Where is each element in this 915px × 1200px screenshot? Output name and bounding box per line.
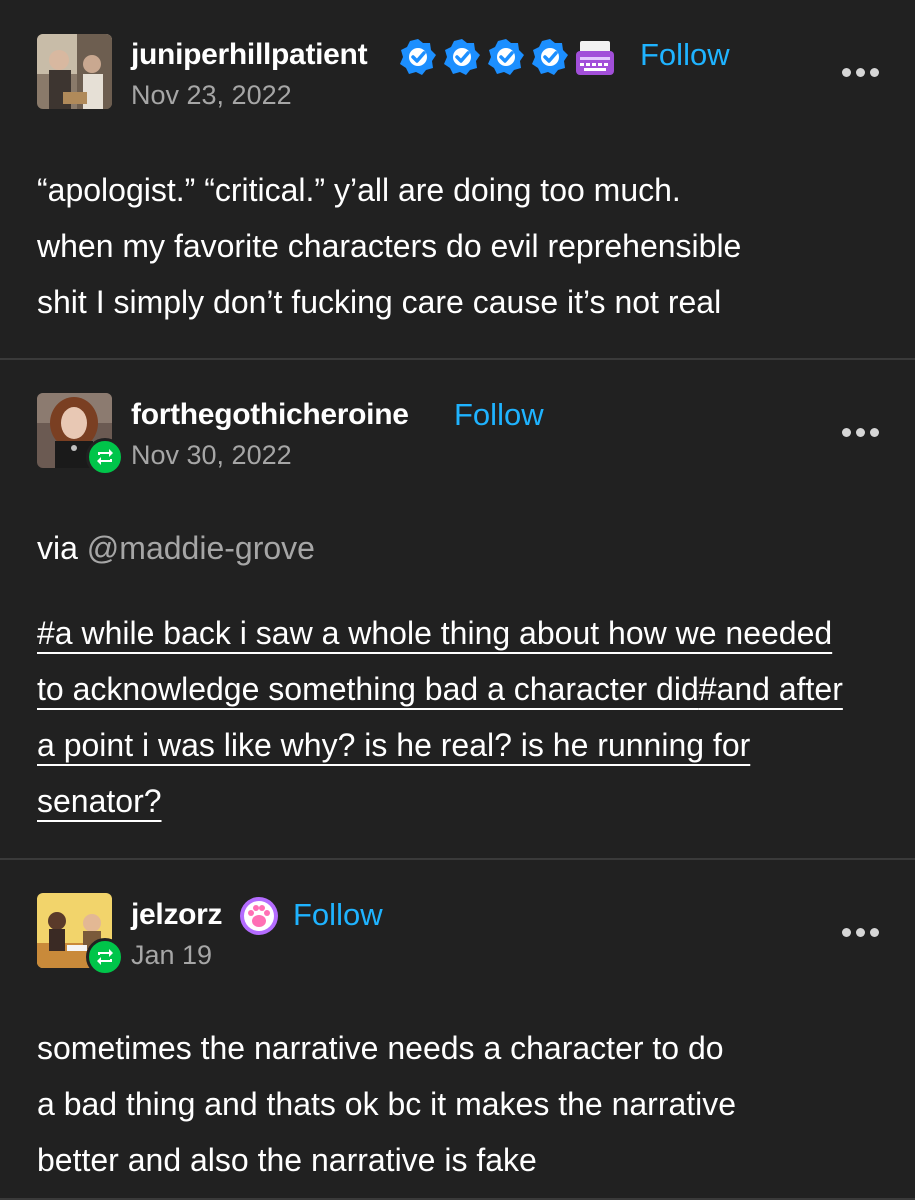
dot-icon — [856, 428, 865, 437]
via-attribution: via @maddie-grove — [37, 530, 315, 567]
verified-badge-icon[interactable] — [530, 37, 570, 77]
post-date: Nov 30, 2022 — [131, 440, 292, 470]
paw-badge-icon[interactable] — [238, 895, 280, 937]
reblog-badge — [86, 938, 124, 976]
reblog-icon — [97, 449, 113, 465]
post-body: sometimes the narrative needs a characte… — [37, 1020, 875, 1188]
dot-icon — [842, 68, 851, 77]
username[interactable]: juniperhillpatient — [131, 38, 368, 72]
avatar[interactable] — [37, 34, 112, 109]
dot-icon — [870, 68, 879, 77]
post-body: “apologist.” “critical.” y’all are doing… — [37, 162, 875, 330]
username[interactable]: forthegothicheroine — [131, 398, 409, 432]
verified-badge-icon[interactable] — [442, 37, 482, 77]
body-line: sometimes the narrative needs a characte… — [37, 1030, 724, 1066]
post-2: forthegothicheroine Follow Nov 30, 2022 … — [0, 360, 915, 860]
avatar-image — [37, 34, 112, 109]
via-mention-link[interactable]: @maddie-grove — [87, 530, 315, 566]
typewriter-icon[interactable] — [574, 37, 616, 77]
more-options-button[interactable] — [842, 428, 879, 437]
reblog-badge — [86, 438, 124, 476]
more-options-button[interactable] — [842, 68, 879, 77]
body-line: shit I simply don’t fucking care cause i… — [37, 284, 722, 320]
post-3: jelzorz Follow Jan 19 sometimes the narr… — [0, 860, 915, 1200]
body-line: when my favorite characters do evil repr… — [37, 228, 742, 264]
post-date: Nov 23, 2022 — [131, 80, 292, 110]
via-prefix: via — [37, 530, 87, 566]
dot-icon — [842, 428, 851, 437]
body-line: better and also the narrative is fake — [37, 1142, 537, 1178]
dot-icon — [842, 928, 851, 937]
badge-row — [238, 895, 280, 937]
verified-badge-icon[interactable] — [398, 37, 438, 77]
dot-icon — [856, 68, 865, 77]
follow-button[interactable]: Follow — [293, 897, 383, 933]
username[interactable]: jelzorz — [131, 898, 223, 932]
post-date: Jan 19 — [131, 940, 213, 970]
body-line: a bad thing and thats ok bc it makes the… — [37, 1086, 737, 1122]
reblog-icon — [97, 949, 113, 965]
dot-icon — [856, 928, 865, 937]
post-1: juniperhillpatient Follow Nov 23, 2022 “… — [0, 0, 915, 360]
body-line: “apologist.” “critical.” y’all are doing… — [37, 172, 681, 208]
tag-list: #a while back i saw a whole thing about … — [37, 605, 867, 829]
badge-row — [398, 37, 616, 77]
dot-icon — [870, 928, 879, 937]
verified-badge-icon[interactable] — [486, 37, 526, 77]
follow-button[interactable]: Follow — [640, 37, 730, 73]
follow-button[interactable]: Follow — [454, 397, 544, 433]
dot-icon — [870, 428, 879, 437]
more-options-button[interactable] — [842, 928, 879, 937]
